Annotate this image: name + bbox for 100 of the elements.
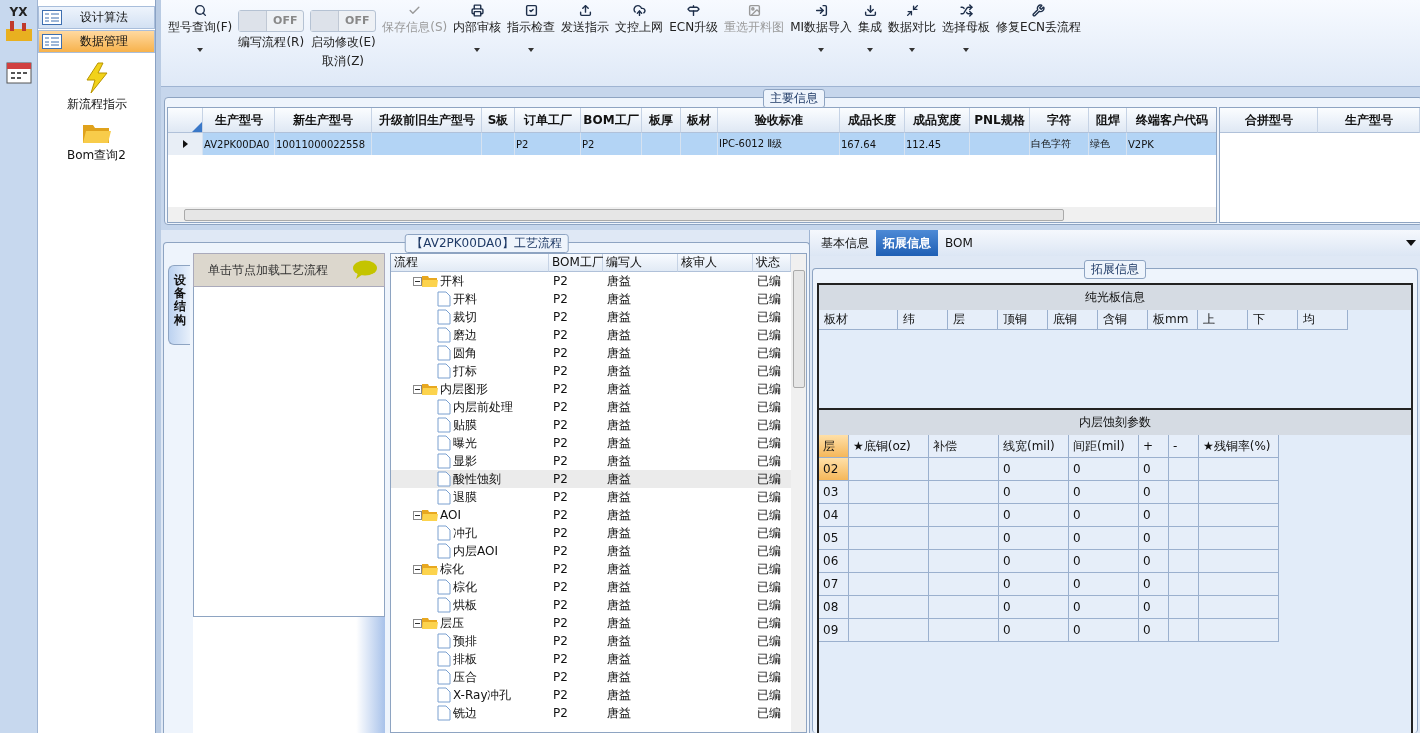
toolbar-button[interactable]: 修复ECN丢流程: [993, 2, 1085, 38]
toolbar-button[interactable]: 内部审核: [450, 2, 505, 54]
toolbar-button[interactable]: 型号查询(F): [165, 2, 236, 54]
table-cell-text: 已编: [756, 272, 782, 290]
download-icon: [863, 4, 877, 17]
column-header: 间距(mil): [1069, 435, 1139, 458]
column-header[interactable]: 生产型号: [1318, 108, 1420, 133]
column-header[interactable]: 阻焊: [1089, 108, 1127, 133]
tab[interactable]: 基本信息: [814, 230, 876, 256]
column-header[interactable]: 新生产型号: [275, 108, 372, 133]
table-cell-text: 唐益: [606, 704, 632, 722]
side-tab[interactable]: 设备结构: [168, 265, 190, 345]
form-icon: [42, 10, 62, 25]
column-header[interactable]: 升级前旧生产型号: [372, 108, 482, 133]
column-header[interactable]: 字符: [1030, 108, 1089, 133]
tab[interactable]: 拓展信息: [876, 230, 938, 256]
node-label: 预排: [452, 632, 478, 650]
node-label: 烘板: [452, 596, 478, 614]
column-header[interactable]: 板材: [681, 108, 718, 133]
column-header: +: [1139, 435, 1169, 458]
file-icon: [437, 489, 451, 505]
column-header: 补偿: [929, 435, 999, 458]
table-cell: [929, 573, 999, 596]
caret-icon: [909, 48, 916, 52]
column-header[interactable]: 核审人: [678, 254, 753, 272]
table-cell-text: P2: [552, 705, 569, 722]
lightning-icon: [83, 62, 110, 94]
column-header[interactable]: 编写人: [603, 254, 678, 272]
table-cell-text: 已编: [756, 308, 782, 326]
toolbar-button[interactable]: 指示检查: [504, 2, 559, 54]
row-header[interactable]: 06: [819, 550, 849, 573]
column-header[interactable]: 流程: [391, 254, 549, 272]
file-icon: [437, 525, 451, 541]
row-header[interactable]: 09: [819, 619, 849, 642]
table-cell-text: 唐益: [606, 596, 632, 614]
nav-item[interactable]: 设计算法: [38, 6, 155, 29]
toggle-switch[interactable]: OFF 编写流程(R): [235, 2, 308, 53]
tab[interactable]: BOM: [938, 230, 980, 256]
row-header[interactable]: 08: [819, 596, 849, 619]
tree-row[interactable]: 酸性蚀刻 P2 唐益 已编: [391, 470, 791, 488]
dropdown-icon[interactable]: [1406, 240, 1416, 246]
table-cell: 0: [1069, 596, 1139, 619]
table-cell: [929, 619, 999, 642]
column-header: 板mm: [1148, 310, 1198, 330]
vertical-scrollbar[interactable]: [791, 254, 806, 732]
collapse-icon[interactable]: [413, 564, 422, 574]
table-cell: 0: [1139, 458, 1169, 481]
toolbar-button[interactable]: 数据对比: [885, 2, 940, 54]
toolbar-button[interactable]: 发送指示: [558, 2, 613, 38]
table-cell: [1169, 573, 1199, 596]
table-cell: 0: [1069, 573, 1139, 596]
column-header[interactable]: PNL规格: [970, 108, 1030, 133]
table-cell: [929, 504, 999, 527]
collapse-icon[interactable]: [413, 618, 422, 628]
nav-item[interactable]: 数据管理: [38, 30, 155, 53]
column-header[interactable]: 合拼型号: [1220, 108, 1318, 133]
column-header[interactable]: 订单工厂: [515, 108, 581, 133]
table-cell-text: 已编: [756, 560, 782, 578]
table-cell-text: 唐益: [606, 362, 632, 380]
column-header[interactable]: 验收标准: [718, 108, 840, 133]
table-cell-text: 唐益: [606, 542, 632, 560]
calendar-icon[interactable]: [5, 60, 32, 86]
toolbar-button[interactable]: 选择母板: [939, 2, 994, 54]
table-cell-text: P2: [552, 471, 569, 488]
column-header[interactable]: 终端客户代码: [1127, 108, 1216, 133]
shortcut-item[interactable]: Bom查询2: [38, 121, 155, 164]
toolbar-button[interactable]: ECN升级: [666, 2, 722, 38]
table-cell-text: 已编: [756, 362, 782, 380]
column-header[interactable]: 生产型号: [203, 108, 275, 133]
shortcut-item[interactable]: 新流程指示: [38, 62, 155, 113]
column-header[interactable]: 板厚: [642, 108, 681, 133]
column-header[interactable]: 状态: [753, 254, 791, 272]
collapse-icon[interactable]: [413, 510, 422, 520]
row-header[interactable]: 07: [819, 573, 849, 596]
table-cell-text: 唐益: [606, 308, 632, 326]
row-header[interactable]: 02: [819, 458, 849, 481]
search-icon: [193, 4, 207, 17]
file-icon: [437, 345, 451, 361]
column-header[interactable]: BOM工厂: [581, 108, 642, 133]
table-cell-text: P2: [552, 453, 569, 470]
column-header[interactable]: S板: [482, 108, 515, 133]
column-header[interactable]: 成品宽度: [905, 108, 970, 133]
row-header[interactable]: 05: [819, 527, 849, 550]
table-cell: [929, 527, 999, 550]
toolbar-button[interactable]: 集成: [855, 2, 886, 54]
folder-icon: [422, 382, 438, 396]
app-logo: YX: [1, 6, 36, 48]
row-header[interactable]: 04: [819, 504, 849, 527]
column-header[interactable]: 成品长度: [840, 108, 905, 133]
collapse-icon[interactable]: [413, 276, 422, 286]
toggle-switch[interactable]: OFF 启动修改(E) 取消(Z): [307, 2, 380, 72]
collapse-icon[interactable]: [413, 384, 422, 394]
toolbar-button[interactable]: MI数据导入: [787, 2, 856, 54]
horizontal-scrollbar[interactable]: [168, 207, 1216, 222]
row-header[interactable]: 03: [819, 481, 849, 504]
toolbar-button[interactable]: 文控上网: [612, 2, 667, 38]
table-row[interactable]: AV2PK00DA0 10011000022558 P2 P2 IPC-6012 Ⅱ级 167.64 112.45 白色字符 绿色 V2PK: [168, 133, 1216, 155]
table-cell: 0: [1139, 481, 1169, 504]
column-header[interactable]: BOM工厂: [549, 254, 603, 272]
node-label: 棕化: [452, 578, 478, 596]
